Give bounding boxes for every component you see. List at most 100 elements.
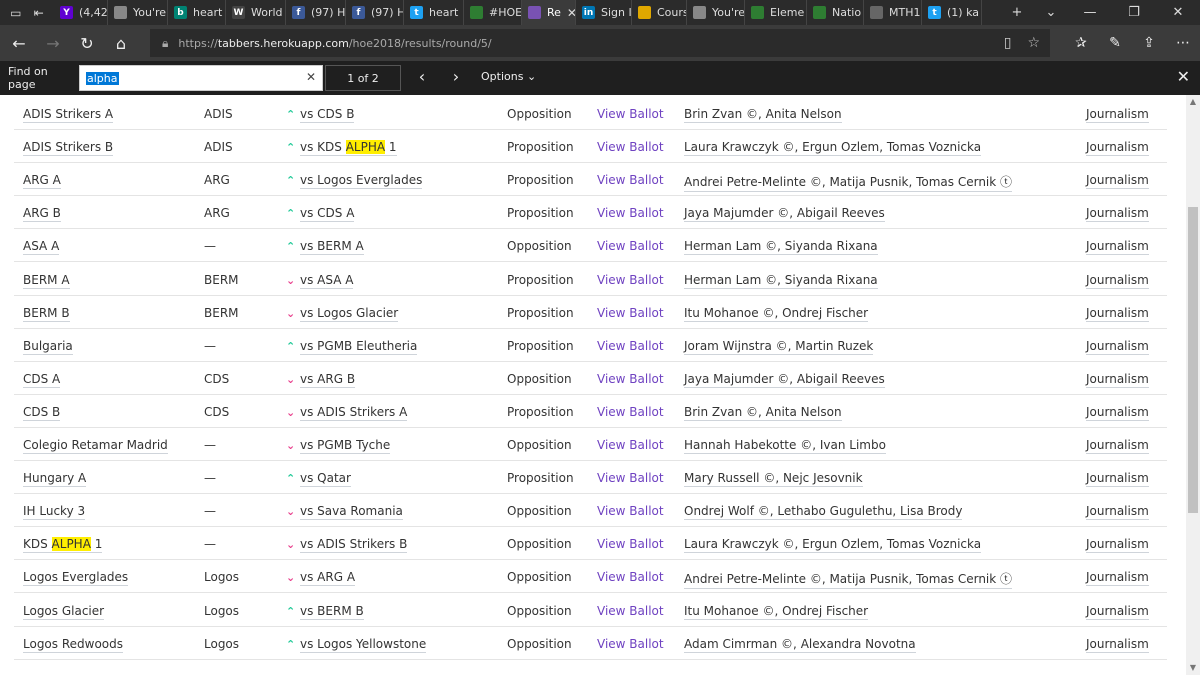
scroll-down-icon[interactable]: ▼ xyxy=(1186,661,1200,675)
tab-title: (97) H xyxy=(371,6,404,19)
more-icon[interactable]: ⋯ xyxy=(1166,35,1200,51)
clear-find-icon[interactable]: ✕ xyxy=(306,70,316,84)
side: Proposition xyxy=(507,305,574,320)
view-ballot-link[interactable]: View Ballot xyxy=(597,140,664,154)
browser-tab[interactable]: You're xyxy=(687,0,745,25)
view-ballot-link[interactable]: View Ballot xyxy=(597,604,664,618)
reading-view-icon[interactable]: ▯ xyxy=(1004,35,1012,51)
set-aside-tabs-icon[interactable]: ⇤ xyxy=(34,6,44,20)
opponent-name: vs BERM B xyxy=(300,603,364,620)
browser-tab[interactable]: Re ✕ xyxy=(522,0,576,25)
result-opponent: ⌄ vs ADIS Strikers B xyxy=(286,537,408,554)
adjudicators: Adam Cimrman ©, Alexandra Novotna xyxy=(684,636,916,653)
browser-tab[interactable]: in Sign I xyxy=(576,0,632,25)
view-ballot-link[interactable]: View Ballot xyxy=(597,173,664,187)
view-ballot-link[interactable]: View Ballot xyxy=(597,372,664,386)
find-label: Find on page xyxy=(8,65,48,91)
browser-tab[interactable]: W World xyxy=(226,0,286,25)
view-ballot-link[interactable]: View Ballot xyxy=(597,339,664,353)
team-name: Logos Redwoods xyxy=(23,636,124,653)
tab-favicon-icon: f xyxy=(352,6,365,19)
institution: ADIS xyxy=(204,107,233,121)
view-ballot-link[interactable]: View Ballot xyxy=(597,107,664,121)
browser-tab[interactable]: t (1) ka xyxy=(922,0,982,25)
view-ballot-link[interactable]: View Ballot xyxy=(597,637,664,651)
share-icon[interactable]: ⇪ xyxy=(1132,35,1166,51)
browser-tab[interactable]: b heart xyxy=(168,0,226,25)
favorites-icon[interactable]: ✰ xyxy=(1064,35,1098,51)
table-row: Logos Glacier Logos ⌃ vs BERM B Opposition Vi… xyxy=(14,594,1167,627)
address-bar: ← → ↻ ⌂ 🔒︎ https://tabbers.herokuapp.com… xyxy=(0,25,1200,61)
team-name: ARG B xyxy=(23,206,61,223)
tab-title: (97) H xyxy=(311,6,346,19)
opponent-name: vs Logos Glacier xyxy=(300,305,399,322)
browser-tab[interactable]: #HOE xyxy=(464,0,522,25)
institution: — xyxy=(204,438,216,452)
view-ballot-link[interactable]: View Ballot xyxy=(597,405,664,419)
back-icon[interactable]: ← xyxy=(2,25,36,61)
browser-tab[interactable]: Cours xyxy=(632,0,687,25)
adjudicators: Herman Lam ©, Siyanda Rixana xyxy=(684,272,878,289)
scrollbar-thumb[interactable] xyxy=(1188,207,1198,513)
browser-tab[interactable]: Natio xyxy=(807,0,864,25)
category: Journalism xyxy=(1086,239,1149,256)
result-opponent: ⌄ vs ARG A xyxy=(286,570,356,587)
browser-tab[interactable]: You're xyxy=(108,0,168,25)
view-ballot-link[interactable]: View Ballot xyxy=(597,206,664,220)
view-ballot-link[interactable]: View Ballot xyxy=(597,537,664,551)
browser-tab[interactable]: t heart xyxy=(404,0,464,25)
find-previous-icon[interactable]: ‹ xyxy=(410,67,434,86)
tab-preview-icon[interactable]: ▭ xyxy=(10,6,21,20)
tab-close-icon[interactable]: ✕ xyxy=(567,6,575,20)
window-close-icon[interactable]: ✕ xyxy=(1156,5,1200,20)
toolbar-right: ✰ ✎ ⇪ ⋯ xyxy=(1064,25,1200,61)
refresh-icon[interactable]: ↻ xyxy=(70,25,104,61)
loss-arrow-icon: ⌄ xyxy=(286,571,296,585)
side: Proposition xyxy=(507,338,574,353)
view-ballot-link[interactable]: View Ballot xyxy=(597,570,664,584)
notes-pen-icon[interactable]: ✎ xyxy=(1098,35,1132,51)
find-next-icon[interactable]: › xyxy=(444,67,468,86)
vertical-scrollbar[interactable]: ▲ ▼ xyxy=(1186,95,1200,675)
find-options-button[interactable]: Options ⌄ xyxy=(481,70,536,83)
home-icon[interactable]: ⌂ xyxy=(104,25,138,61)
browser-tab[interactable]: f (97) H xyxy=(346,0,404,25)
view-ballot-link[interactable]: View Ballot xyxy=(597,504,664,518)
side: Proposition xyxy=(507,173,574,188)
new-tab-icon[interactable]: + xyxy=(1000,5,1034,20)
scroll-up-icon[interactable]: ▲ xyxy=(1186,95,1200,109)
tab-favicon-icon xyxy=(114,6,127,19)
browser-tab[interactable]: Y (4,420 xyxy=(54,0,108,25)
close-find-icon[interactable]: ✕ xyxy=(1177,67,1190,86)
find-input[interactable]: alpha ✕ xyxy=(79,65,323,91)
opponent-name: vs PGMB Eleutheria xyxy=(300,338,418,355)
browser-tab[interactable]: Eleme xyxy=(745,0,807,25)
table-row: ARG A ARG ⌃ vs Logos Everglades Proposition V… xyxy=(14,163,1167,197)
minimize-icon[interactable]: — xyxy=(1068,5,1112,20)
results-table: ADIS Strikers A ADIS ⌃ vs CDS B Opposition Vi… xyxy=(0,95,1186,675)
view-ballot-link[interactable]: View Ballot xyxy=(597,239,664,253)
url-field[interactable]: 🔒︎ https://tabbers.herokuapp.com/hoe2018… xyxy=(150,29,1050,57)
team-name: ADIS Strikers B xyxy=(23,140,114,157)
team-name: ASA A xyxy=(23,239,60,256)
browser-tab[interactable]: f (97) H xyxy=(286,0,346,25)
view-ballot-link[interactable]: View Ballot xyxy=(597,471,664,485)
side: Opposition xyxy=(507,537,572,552)
tab-title: heart xyxy=(193,6,223,19)
tab-favicon-icon xyxy=(638,6,651,19)
tab-title: heart xyxy=(429,6,459,19)
tab-list-chevron-icon[interactable]: ⌄ xyxy=(1034,5,1068,20)
favorite-star-icon[interactable]: ☆ xyxy=(1027,35,1040,51)
restore-icon[interactable]: ❐ xyxy=(1112,5,1156,20)
loss-arrow-icon: ⌄ xyxy=(286,405,296,419)
institution: — xyxy=(204,537,216,552)
view-ballot-link[interactable]: View Ballot xyxy=(597,438,664,452)
view-ballot-link[interactable]: View Ballot xyxy=(597,273,664,287)
result-opponent: ⌃ vs PGMB Eleutheria xyxy=(286,338,418,355)
forward-icon[interactable]: → xyxy=(36,25,70,61)
win-arrow-icon: ⌃ xyxy=(286,108,296,121)
find-match-count: 1 of 2 xyxy=(325,65,401,91)
browser-tab[interactable]: MTH1 xyxy=(864,0,922,25)
view-ballot-link[interactable]: View Ballot xyxy=(597,306,664,320)
category: Journalism xyxy=(1086,471,1149,488)
